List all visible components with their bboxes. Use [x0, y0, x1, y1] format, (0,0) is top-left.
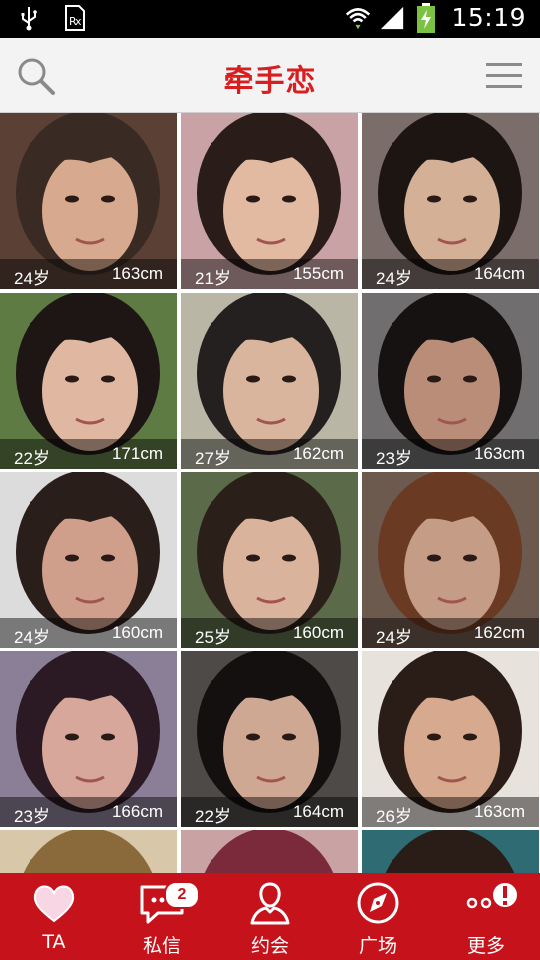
profile-card[interactable]: 23岁 166cm — [0, 651, 177, 827]
more-icon — [462, 881, 517, 925]
wifi-icon — [345, 5, 371, 31]
profile-card[interactable] — [362, 830, 539, 873]
usb-icon — [16, 5, 42, 31]
profile-info-bar: 24岁 160cm — [0, 618, 177, 648]
profile-age: 26岁 — [376, 807, 412, 826]
profile-info-bar: 24岁 162cm — [362, 618, 539, 648]
profile-height: 171cm — [111, 444, 163, 463]
profile-info-bar: 21岁 155cm — [181, 259, 358, 289]
nav-label-ta: TA — [42, 931, 66, 953]
profile-info-bar: 25岁 160cm — [181, 618, 358, 648]
nav-item-more[interactable]: 更多 — [432, 873, 540, 960]
profile-card[interactable]: 26岁 163cm — [362, 651, 539, 827]
profile-info-bar: 23岁 163cm — [362, 439, 539, 469]
nav-label-square: 广场 — [358, 935, 397, 957]
profile-age: 21岁 — [195, 269, 231, 288]
profile-height: 162cm — [473, 623, 525, 642]
nav-item-ta[interactable]: TA — [0, 873, 108, 960]
profile-info-bar: 24岁 164cm — [362, 259, 539, 289]
signal-icon — [379, 5, 405, 31]
profile-age: 22岁 — [14, 449, 50, 468]
profile-card[interactable]: 22岁 171cm — [0, 293, 177, 469]
profile-card[interactable]: 27岁 162cm — [181, 293, 358, 469]
nav-item-dating[interactable]: 约会 — [216, 873, 324, 960]
profile-card[interactable] — [181, 830, 358, 873]
battery-charging-icon — [413, 2, 439, 33]
profile-height: 160cm — [292, 623, 344, 642]
heart-icon — [30, 881, 78, 925]
profile-photo — [181, 830, 358, 873]
profile-card[interactable]: 21岁 155cm — [181, 113, 358, 289]
profile-info-bar: 22岁 171cm — [0, 439, 177, 469]
profile-height: 163cm — [473, 802, 525, 821]
profile-info-bar: 26岁 163cm — [362, 797, 539, 827]
profile-info-bar: 22岁 164cm — [181, 797, 358, 827]
profile-height: 163cm — [473, 444, 525, 463]
profile-height: 164cm — [473, 264, 525, 283]
profile-height: 164cm — [292, 802, 344, 821]
app-header: 牵手恋 — [0, 38, 540, 113]
clock: 15:19 — [451, 3, 526, 32]
profile-age: 24岁 — [376, 269, 412, 288]
profile-card[interactable]: 24岁 164cm — [362, 113, 539, 289]
hamburger-menu-icon[interactable] — [486, 62, 522, 90]
profile-age: 24岁 — [14, 269, 50, 288]
profile-age: 24岁 — [14, 628, 50, 647]
person-icon — [246, 881, 294, 925]
profile-info-bar: 23岁 166cm — [0, 797, 177, 827]
profile-card[interactable]: 24岁 163cm — [0, 113, 177, 289]
message-count-badge: 2 — [164, 881, 200, 909]
profile-age: 24岁 — [376, 628, 412, 647]
compass-icon — [354, 881, 402, 925]
status-bar: Rx 15:19 — [0, 0, 540, 38]
profile-photo — [0, 830, 177, 873]
profile-height: 160cm — [111, 623, 163, 642]
sim-icon: Rx — [62, 5, 88, 31]
nav-label-dating: 约会 — [250, 935, 289, 957]
app-title: 牵手恋 — [223, 64, 317, 99]
profile-height: 155cm — [292, 264, 344, 283]
nav-label-more: 更多 — [466, 935, 505, 957]
profile-age: 23岁 — [14, 807, 50, 826]
profile-height: 163cm — [111, 264, 163, 283]
profile-age: 22岁 — [195, 807, 231, 826]
profile-card[interactable]: 23岁 163cm — [362, 293, 539, 469]
profile-photo — [362, 830, 539, 873]
profile-card[interactable]: 22岁 164cm — [181, 651, 358, 827]
profile-info-bar: 24岁 163cm — [0, 259, 177, 289]
profile-card[interactable]: 24岁 160cm — [0, 472, 177, 648]
profile-card[interactable]: 25岁 160cm — [181, 472, 358, 648]
profile-card[interactable] — [0, 830, 177, 873]
nav-label-messages: 私信 — [142, 935, 181, 957]
profile-grid: 24岁 163cm 21岁 155cm 24岁 164cm 22岁 171cm 27岁 162cm… — [0, 113, 540, 873]
profile-age: 23岁 — [376, 449, 412, 468]
profile-age: 27岁 — [195, 449, 231, 468]
profile-info-bar: 27岁 162cm — [181, 439, 358, 469]
bottom-nav: TA 私信 约会 广场 更多 — [0, 873, 540, 960]
profile-card[interactable]: 24岁 162cm — [362, 472, 539, 648]
svg-text:x: x — [75, 15, 82, 28]
profile-age: 25岁 — [195, 628, 231, 647]
nav-item-messages[interactable]: 私信 — [108, 873, 216, 960]
profile-height: 166cm — [111, 802, 163, 821]
profile-height: 162cm — [292, 444, 344, 463]
nav-item-square[interactable]: 广场 — [324, 873, 432, 960]
